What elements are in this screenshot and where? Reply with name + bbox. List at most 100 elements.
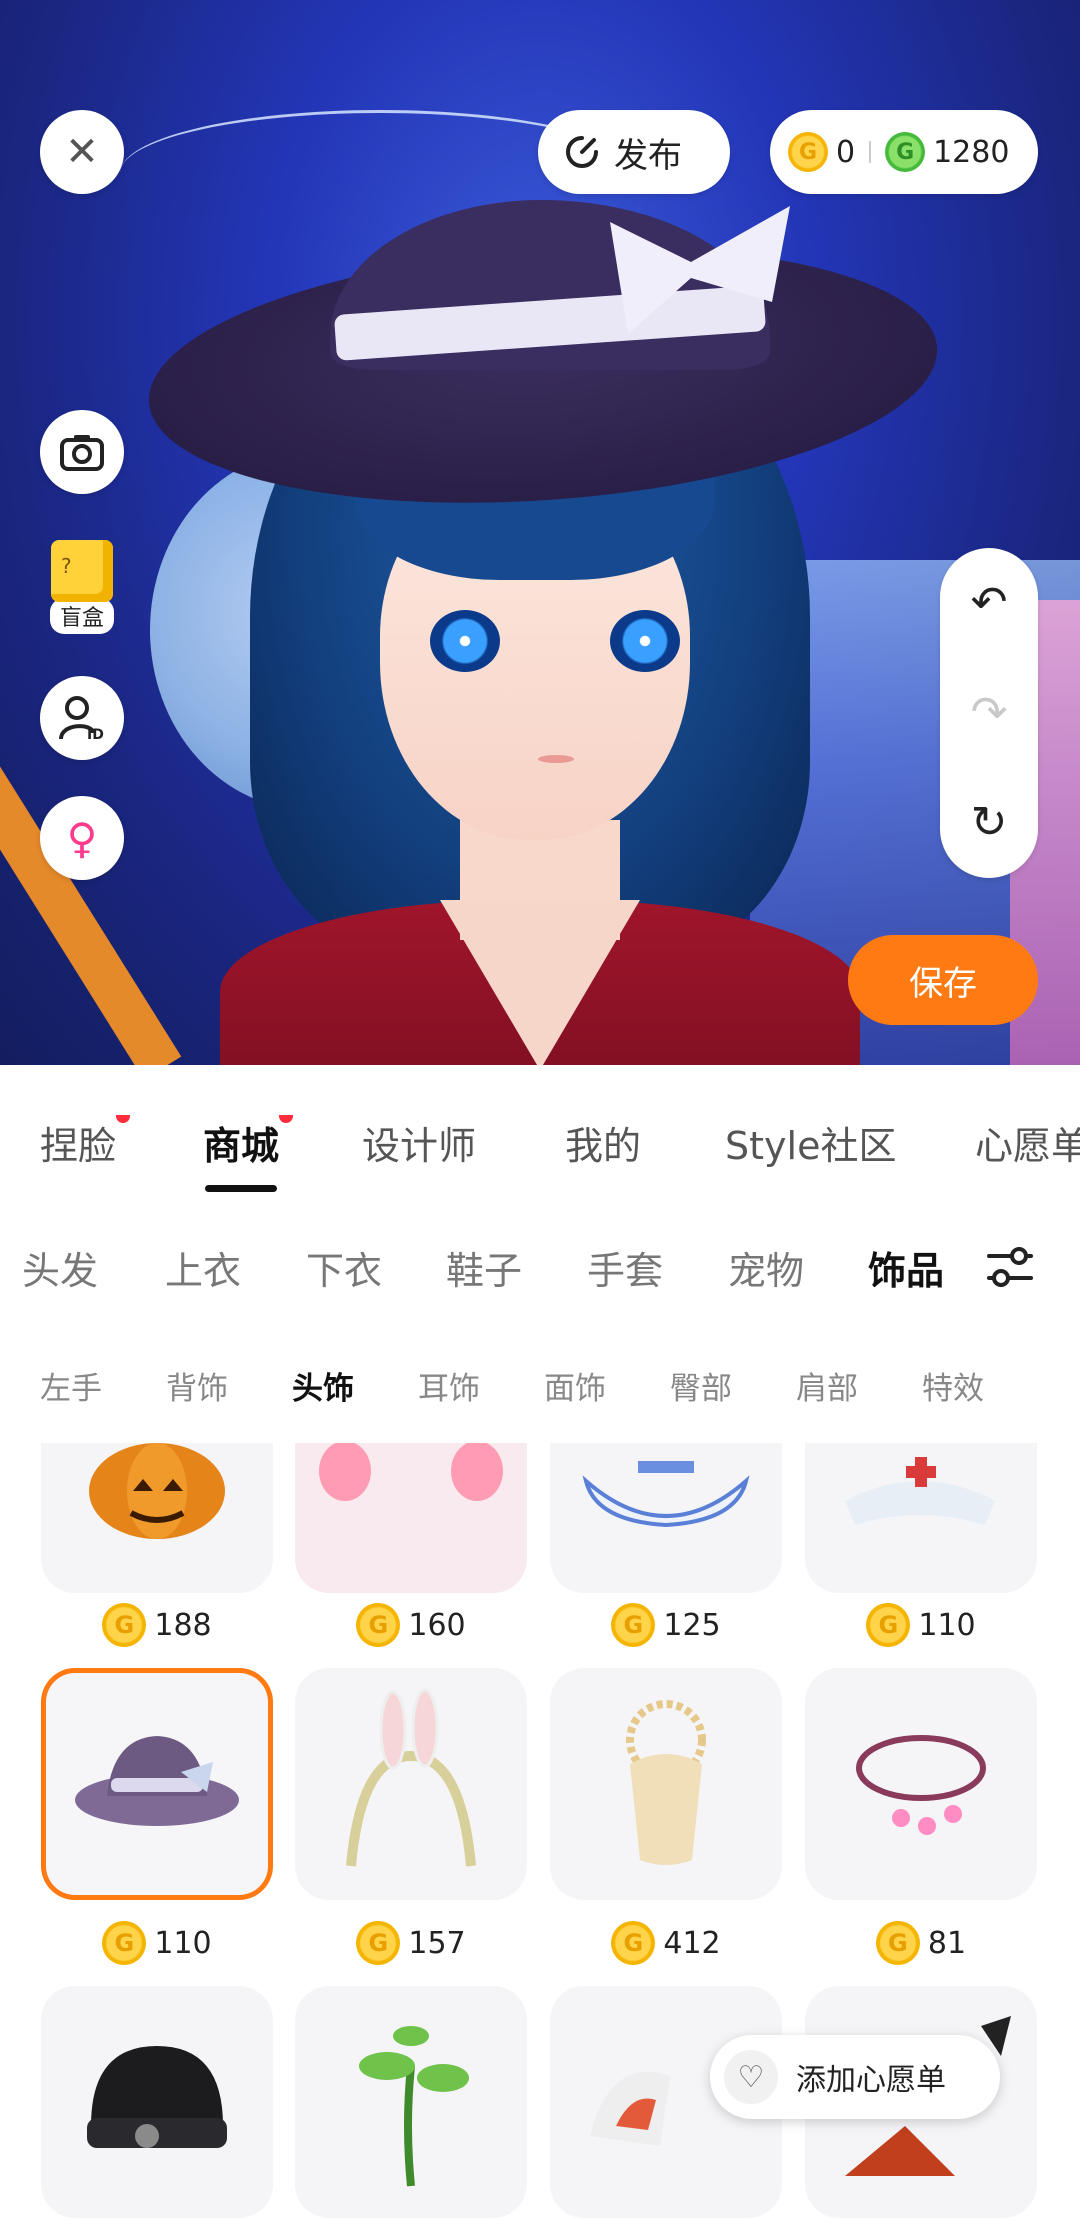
item-price: G 125 [550,1600,782,1650]
notification-dot [279,1115,294,1123]
undo-icon[interactable]: ↶ [971,581,1008,625]
reset-icon[interactable]: ↻ [971,801,1008,845]
blindbox-button[interactable]: 盲盒 [40,540,124,634]
item-tile[interactable] [41,1443,273,1593]
tab-label: 心愿单 [975,1124,1080,1168]
tab-label: 我的 [565,1124,642,1168]
tab-style-community[interactable]: Style社区 [725,1115,896,1170]
item-tile[interactable] [805,1668,1037,1900]
item-tile[interactable] [805,1443,1037,1593]
publish-icon [566,136,598,168]
avatar-id-button[interactable]: ID [40,676,124,760]
item-price: G 160 [295,1600,527,1650]
price-value: 188 [154,1607,212,1643]
category-gloves[interactable]: 手套 [587,1240,663,1295]
black-beanie-item-icon [87,2046,227,2148]
price-value: 110 [154,1925,212,1961]
close-button[interactable]: ✕ [40,110,124,194]
subcategory-ear[interactable]: 耳饰 [418,1363,480,1408]
price-value: 81 [927,1925,967,1961]
history-controls: ↶ ↷ ↻ [940,548,1038,878]
item-tile-selected[interactable] [41,1668,273,1900]
subcategory-effects[interactable]: 特效 [922,1363,984,1408]
item-price: G 81 [805,1918,1037,1968]
main-tabs: 捏脸 商城 设计师 我的 Style社区 心愿单 [0,1115,1080,1195]
avatar-right-eye [610,610,680,672]
active-tab-indicator [205,1185,277,1192]
sun-crown-item-icon [626,1700,706,1865]
user-id-icon: ID [59,696,104,743]
tab-label: 商城 [203,1124,280,1168]
camera-icon [60,435,104,471]
item-price: G 188 [41,1600,273,1650]
category-accessories[interactable]: 饰品 [868,1240,944,1295]
sprout-item-icon [359,2026,469,2187]
price-value: 125 [663,1607,721,1643]
item-tile[interactable] [295,1668,527,1900]
gold-coin-icon: G [875,1921,920,1965]
subcategory-face[interactable]: 面饰 [544,1363,606,1408]
camera-button[interactable] [40,410,124,494]
pumpkin-item-icon [89,1443,225,1539]
item-tile[interactable] [295,1443,527,1593]
gold-coin-icon: G [102,1921,147,1965]
price-value: 157 [408,1925,466,1961]
avatar-left-eye [430,610,500,672]
witch-hat-item-icon [75,1736,239,1826]
subcategory-tabs: 左手 背饰 头饰 耳饰 面饰 臀部 肩部 特效 [0,1363,1080,1423]
category-shoes[interactable]: 鞋子 [446,1240,522,1295]
subcategory-head[interactable]: 头饰 [292,1363,354,1408]
category-top[interactable]: 上衣 [165,1240,241,1295]
sun-hat-item-icon [582,1461,750,1528]
subcategory-hip[interactable]: 臀部 [670,1363,732,1408]
publish-label: 发布 [614,135,682,176]
charm-necklace-item-icon [856,1735,986,1835]
female-swap-icon: ♀ [66,813,98,863]
item-tile[interactable] [550,1668,782,1900]
category-tabs: 头发 上衣 下衣 鞋子 手套 宠物 饰品 [0,1240,1080,1310]
gold-coin-icon: G [866,1603,911,1647]
wallet-balance[interactable]: G 0 G 1280 [770,110,1038,194]
price-value: 110 [918,1607,976,1643]
tab-label: Style社区 [725,1124,897,1168]
gold-coin-icon: G [356,1921,401,1965]
category-pets[interactable]: 宠物 [728,1240,804,1295]
tab-designer[interactable]: 设计师 [362,1115,476,1170]
nurse-cap-item-icon [845,1457,995,1525]
subcategory-shoulder[interactable]: 肩部 [796,1363,858,1408]
save-button[interactable]: 保存 [848,935,1038,1025]
tab-face[interactable]: 捏脸 [40,1115,131,1170]
category-hair[interactable]: 头发 [22,1240,98,1295]
tab-wishlist[interactable]: 心愿单 [975,1115,1080,1170]
tab-label: 捏脸 [40,1124,117,1168]
price-value: 160 [408,1607,466,1643]
publish-button[interactable]: 发布 [538,110,730,194]
gold-coin-icon: G [611,1603,656,1647]
pink-ears-item-icon [319,1443,503,1501]
category-bottom[interactable]: 下衣 [306,1240,382,1295]
blindbox-label: 盲盒 [49,598,114,634]
tab-mine[interactable]: 我的 [565,1115,641,1170]
item-price: G 110 [41,1918,273,1968]
wallet-divider [869,141,872,163]
heart-icon: ♡ [724,2050,778,2104]
close-icon: ✕ [65,129,99,175]
filter-icon[interactable] [985,1242,1035,1292]
subcategory-back[interactable]: 背饰 [166,1363,228,1408]
tab-shop[interactable]: 商城 [203,1115,294,1170]
redo-icon[interactable]: ↷ [971,691,1008,735]
item-tile[interactable] [295,1986,527,2218]
avatar-mouth [538,755,574,763]
gold-coin-icon: G [102,1603,147,1647]
wishlist-label: 添加心愿单 [796,2063,946,2098]
green-coin-icon: G [885,132,926,172]
subcategory-left-hand[interactable]: 左手 [40,1363,102,1408]
green-amount: 1280 [933,134,1010,170]
add-to-wishlist-button[interactable]: ♡ 添加心愿单 [710,2035,1000,2119]
gold-amount: 0 [836,134,856,170]
item-price: G 110 [805,1600,1037,1650]
item-tile[interactable] [41,1986,273,2218]
bunny-ears-item-icon [346,1688,476,1867]
gender-switch-button[interactable]: ♀ [40,796,124,880]
item-tile[interactable] [550,1443,782,1593]
